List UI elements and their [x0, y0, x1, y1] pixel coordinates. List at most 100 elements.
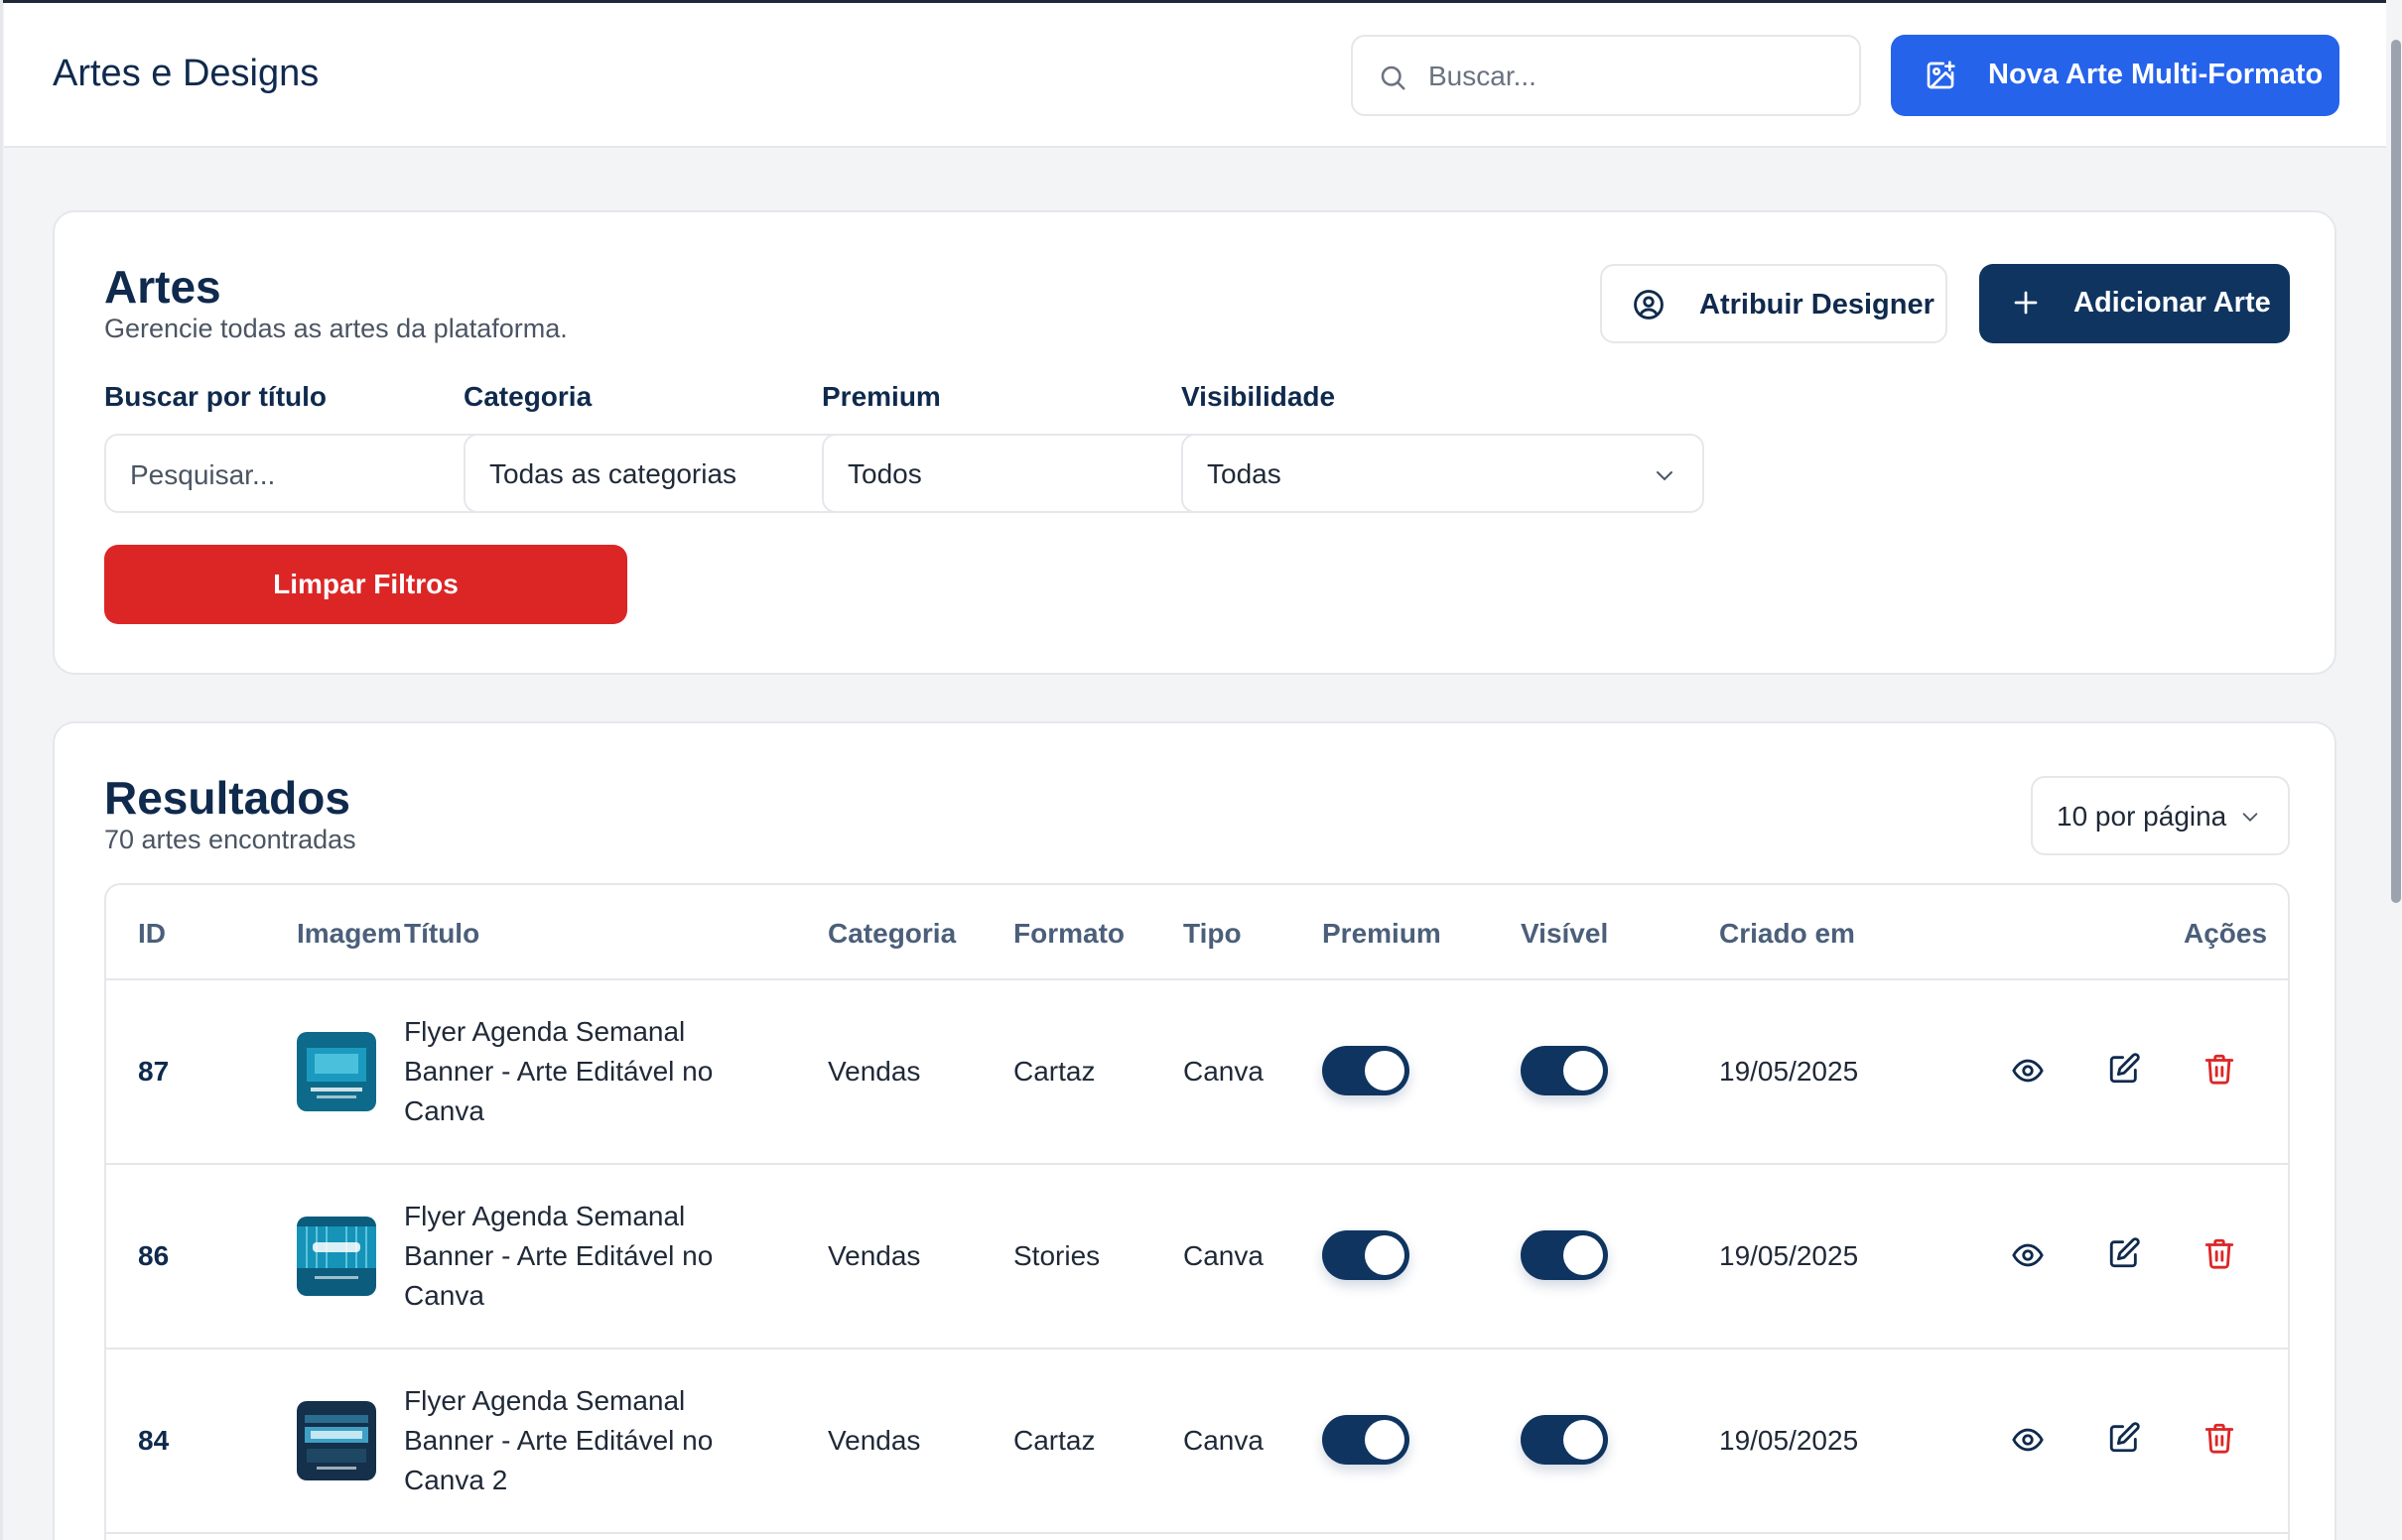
- global-search-input[interactable]: [1428, 55, 1845, 98]
- art-type: Canva: [1183, 1056, 1264, 1087]
- art-title-line: Banner - Arte Editável no: [404, 1240, 714, 1271]
- art-title-line: Flyer Agenda Semanal: [404, 1385, 686, 1416]
- art-thumbnail-image: [297, 1401, 376, 1480]
- chevron-down-icon: [2242, 813, 2258, 822]
- art-title-line: Canva 2: [404, 1465, 508, 1495]
- eye-icon[interactable]: [2011, 1054, 2045, 1088]
- add-art-label: Adicionar Arte: [2073, 287, 2271, 319]
- new-multi-format-art-button[interactable]: Nova Arte Multi-Formato: [1891, 35, 2339, 116]
- column-header-id[interactable]: ID: [138, 918, 166, 950]
- art-created-date: 19/05/2025: [1719, 1425, 1859, 1456]
- global-search-box[interactable]: [1351, 35, 1861, 116]
- app-header: Artes e Designs Nova Arte Multi-Formato: [4, 3, 2386, 148]
- clear-filters-button[interactable]: Limpar Filtros: [104, 545, 627, 624]
- window-left-border: [0, 0, 3, 1540]
- artes-subtitle: Gerencie todas as artes da plataforma.: [104, 314, 568, 343]
- art-title-line: Canva: [404, 1280, 484, 1311]
- artes-heading: Artes: [104, 261, 221, 313]
- trash-icon[interactable]: [2202, 1052, 2236, 1086]
- row-id: 86: [138, 1240, 170, 1271]
- per-page-select[interactable]: 10 por página: [2031, 776, 2290, 855]
- art-title[interactable]: Flyer Agenda Semanal Banner - Arte Editá…: [404, 1012, 732, 1131]
- add-art-button[interactable]: Adicionar Arte: [1979, 264, 2290, 343]
- art-thumbnail[interactable]: [297, 1401, 376, 1480]
- edit-icon[interactable]: [2107, 1236, 2141, 1270]
- art-title[interactable]: Flyer Agenda Semanal Banner - Arte Editá…: [404, 1197, 732, 1316]
- art-created-date: 19/05/2025: [1719, 1240, 1859, 1271]
- table-row: 87 Flyer Agenda Semanal Banner - Arte Ed…: [106, 980, 2288, 1165]
- chevron-down-icon: [1657, 471, 1672, 481]
- art-created-date: 19/05/2025: [1719, 1056, 1859, 1087]
- toggle-knob: [1563, 1051, 1603, 1091]
- art-title[interactable]: Flyer Agenda Semanal Banner - Arte Editá…: [404, 1381, 732, 1500]
- visible-toggle[interactable]: [1521, 1046, 1608, 1095]
- premium-select-value: Todos: [848, 458, 922, 489]
- visibility-select-value: Todas: [1207, 458, 1281, 489]
- visible-toggle[interactable]: [1521, 1415, 1608, 1465]
- column-header-premium[interactable]: Premium: [1322, 918, 1441, 950]
- art-thumbnail-image: [297, 1032, 376, 1111]
- plus-icon: [2014, 291, 2038, 315]
- column-header-visible[interactable]: Visível: [1521, 918, 1608, 950]
- results-heading: Resultados: [104, 772, 350, 824]
- art-type: Canva: [1183, 1425, 1264, 1456]
- art-thumbnail[interactable]: [297, 1032, 376, 1111]
- category-select-value: Todas as categorias: [489, 458, 737, 489]
- results-count: 70 artes encontradas: [104, 825, 356, 854]
- scrollbar-thumb[interactable]: [2391, 40, 2401, 903]
- new-multi-format-art-label: Nova Arte Multi-Formato: [1988, 59, 2324, 90]
- art-title-line: Banner - Arte Editável no: [404, 1425, 714, 1456]
- toggle-knob: [1563, 1235, 1603, 1275]
- art-category: Vendas: [828, 1240, 921, 1271]
- arts-table: ID Imagem Título Categoria Formato Tipo …: [104, 883, 2290, 1540]
- row-id: 84: [138, 1425, 170, 1456]
- art-thumbnail[interactable]: [297, 1217, 376, 1296]
- column-header-actions: Ações: [2184, 918, 2268, 949]
- column-header-format[interactable]: Formato: [1013, 918, 1125, 950]
- table-row: 84 Flyer Agenda Semanal Banner - Arte Ed…: [106, 1349, 2288, 1534]
- premium-filter-label: Premium: [822, 381, 941, 412]
- column-header-type[interactable]: Tipo: [1183, 918, 1242, 950]
- image-plus-icon: [1927, 61, 1955, 89]
- art-category: Vendas: [828, 1425, 921, 1456]
- table-row: 86 Flyer Agenda Semanal Banner - Arte Ed…: [106, 1165, 2288, 1349]
- eye-icon[interactable]: [2011, 1238, 2045, 1272]
- category-filter-label: Categoria: [464, 381, 593, 412]
- results-card: Resultados 70 artes encontradas 10 por p…: [53, 721, 2336, 1540]
- art-format: Cartaz: [1013, 1425, 1096, 1456]
- assign-designer-label: Atribuir Designer: [1699, 289, 1935, 321]
- column-header-created[interactable]: Criado em: [1719, 918, 1855, 950]
- art-title-line: Banner - Arte Editável no: [404, 1056, 714, 1087]
- visible-toggle[interactable]: [1521, 1230, 1608, 1280]
- trash-icon[interactable]: [2202, 1421, 2236, 1455]
- search-icon: [1381, 65, 1405, 90]
- search-title-label: Buscar por título: [104, 381, 328, 412]
- per-page-value: 10 por página: [2057, 801, 2227, 832]
- premium-toggle[interactable]: [1322, 1230, 1409, 1280]
- art-type: Canva: [1183, 1240, 1264, 1271]
- art-title-line: Canva: [404, 1095, 484, 1126]
- visibility-select[interactable]: Todas: [1181, 434, 1704, 513]
- column-header-title[interactable]: Título: [404, 918, 479, 950]
- premium-toggle[interactable]: [1322, 1415, 1409, 1465]
- art-category: Vendas: [828, 1056, 921, 1087]
- assign-designer-button[interactable]: Atribuir Designer: [1600, 264, 1947, 343]
- table-header: ID Imagem Título Categoria Formato Tipo …: [106, 885, 2288, 980]
- user-circle-icon: [1634, 290, 1664, 320]
- column-header-category[interactable]: Categoria: [828, 918, 956, 950]
- row-id: 87: [138, 1056, 170, 1087]
- visibility-filter-label: Visibilidade: [1181, 381, 1336, 412]
- edit-icon[interactable]: [2107, 1421, 2141, 1455]
- toggle-knob: [1563, 1420, 1603, 1460]
- toggle-knob: [1365, 1420, 1404, 1460]
- eye-icon[interactable]: [2011, 1423, 2045, 1457]
- art-thumbnail-image: [297, 1217, 376, 1296]
- edit-icon[interactable]: [2107, 1052, 2141, 1086]
- art-title-line: Flyer Agenda Semanal: [404, 1201, 686, 1231]
- premium-toggle[interactable]: [1322, 1046, 1409, 1095]
- page-title: Artes e Designs: [53, 53, 320, 94]
- art-format: Stories: [1013, 1240, 1101, 1271]
- trash-icon[interactable]: [2202, 1236, 2236, 1270]
- filters-card: Artes Gerencie todas as artes da platafo…: [53, 210, 2336, 675]
- art-format: Cartaz: [1013, 1056, 1096, 1087]
